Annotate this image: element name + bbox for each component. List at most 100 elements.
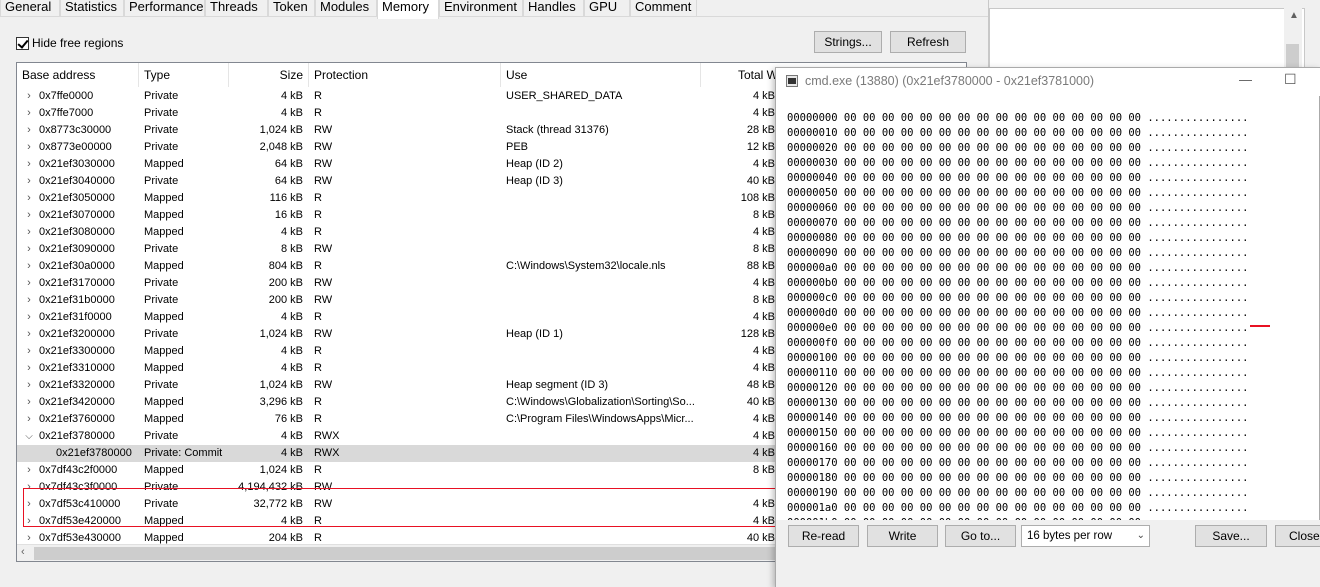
tab-threads[interactable]: Threads <box>205 0 268 17</box>
tab-performance[interactable]: Performance <box>124 0 205 17</box>
bytes-per-row-value: 16 bytes per row <box>1027 530 1113 542</box>
type-cell: Mapped <box>144 192 184 204</box>
scrollbar-thumb[interactable] <box>34 547 794 560</box>
tab-statistics[interactable]: Statistics <box>60 0 124 17</box>
checkbox-checked-icon[interactable] <box>16 36 29 50</box>
chevron-right-icon[interactable]: › <box>23 343 35 360</box>
hex-line: 00000110 00 00 00 00 00 00 00 00 00 00 0… <box>787 367 1249 379</box>
chevron-right-icon[interactable]: › <box>23 411 35 428</box>
hide-free-regions-checkbox[interactable]: Hide free regions <box>16 35 123 51</box>
column-header-use[interactable]: Use <box>501 63 701 87</box>
size-cell: 1,024 kB <box>259 464 303 476</box>
hex-line: 00000030 00 00 00 00 00 00 00 00 00 00 0… <box>787 157 1249 169</box>
hex-line: 000000b0 00 00 00 00 00 00 00 00 00 00 0… <box>787 277 1249 289</box>
chevron-right-icon[interactable]: › <box>23 122 35 139</box>
column-header-base-address[interactable]: Base address <box>17 63 139 87</box>
chevron-right-icon[interactable]: › <box>23 326 35 343</box>
tab-gpu[interactable]: GPU <box>584 0 630 17</box>
maximize-icon[interactable]: ☐ <box>1284 71 1297 88</box>
type-cell: Mapped <box>144 209 184 221</box>
chevron-down-icon[interactable]: ⌵ <box>23 428 35 445</box>
strings-button[interactable]: Strings... <box>814 31 882 53</box>
chevron-right-icon[interactable]: › <box>23 462 35 479</box>
total-ws-cell: 48 kB <box>746 379 775 391</box>
chevron-right-icon[interactable]: › <box>23 88 35 105</box>
tab-comment[interactable]: Comment <box>630 0 697 17</box>
protection-cell: R <box>314 396 322 408</box>
scroll-up-icon[interactable]: ▲ <box>1289 10 1299 21</box>
total-ws-cell: 4 kB <box>752 158 775 170</box>
tab-modules[interactable]: Modules <box>315 0 377 17</box>
chevron-right-icon[interactable]: › <box>23 207 35 224</box>
total-ws-cell: 40 kB <box>746 396 775 408</box>
base-address-cell: 0x7ffe0000 <box>39 90 94 102</box>
tab-general[interactable]: General <box>0 0 60 17</box>
protection-cell: R <box>314 260 322 272</box>
close-button[interactable]: Close <box>1275 525 1320 547</box>
use-cell: C:\Program Files\WindowsApps\Micr... <box>506 413 694 425</box>
base-address-cell: 0x21ef3780000 <box>56 447 132 459</box>
chevron-right-icon[interactable]: › <box>23 258 35 275</box>
chevron-right-icon[interactable]: › <box>23 190 35 207</box>
total-ws-cell: 28 kB <box>746 124 775 136</box>
tab-handles[interactable]: Handles <box>523 0 584 17</box>
chevron-right-icon[interactable]: › <box>23 377 35 394</box>
reread-button[interactable]: Re-read <box>788 525 859 547</box>
type-cell: Mapped <box>144 362 184 374</box>
type-cell: Mapped <box>144 311 184 323</box>
tab-strip: General Statistics Performance Threads Token… <box>0 0 988 19</box>
size-cell: 64 kB <box>274 175 303 187</box>
protection-cell: RW <box>314 158 333 170</box>
chevron-right-icon[interactable]: › <box>23 275 35 292</box>
column-header-size[interactable]: Size <box>229 63 309 87</box>
chevron-right-icon[interactable]: › <box>23 105 35 122</box>
total-ws-cell: 4 kB <box>752 413 775 425</box>
column-header-protection[interactable]: Protection <box>309 63 501 87</box>
size-cell: 3,296 kB <box>259 396 303 408</box>
chevron-right-icon[interactable]: › <box>23 173 35 190</box>
total-ws-cell: 8 kB <box>752 243 775 255</box>
tab-environment[interactable]: Environment <box>439 0 523 17</box>
protection-cell: R <box>314 464 322 476</box>
use-cell <box>506 343 696 360</box>
protection-cell: RWX <box>314 430 340 442</box>
chevron-right-icon[interactable]: › <box>23 224 35 241</box>
bytes-per-row-select[interactable]: 16 bytes per row ⌄ <box>1021 525 1150 547</box>
total-ws-cell: 8 kB <box>752 464 775 476</box>
type-cell: Private <box>144 294 179 306</box>
protection-cell: RW <box>314 243 333 255</box>
chevron-right-icon[interactable]: › <box>23 360 35 377</box>
hex-editor-title-bar[interactable]: cmd.exe (13880) (0x21ef3780000 - 0x21ef3… <box>776 68 1320 96</box>
base-address-cell: 0x21ef3420000 <box>39 396 115 408</box>
protection-cell: RW <box>314 379 333 391</box>
hex-line: 00000000 00 00 00 00 00 00 00 00 00 00 0… <box>787 112 1249 124</box>
protection-cell: R <box>314 345 322 357</box>
column-header-type[interactable]: Type <box>139 63 229 87</box>
tab-memory[interactable]: Memory <box>377 0 439 19</box>
refresh-button[interactable]: Refresh <box>890 31 966 53</box>
chevron-right-icon[interactable]: › <box>23 241 35 258</box>
hex-line: 00000100 00 00 00 00 00 00 00 00 00 00 0… <box>787 352 1249 364</box>
chevron-right-icon[interactable]: › <box>23 394 35 411</box>
hex-line: 00000070 00 00 00 00 00 00 00 00 00 00 0… <box>787 217 1249 229</box>
tab-token[interactable]: Token <box>268 0 315 17</box>
size-cell: 1,024 kB <box>259 328 303 340</box>
total-ws-cell: 8 kB <box>752 209 775 221</box>
use-cell <box>506 207 696 224</box>
base-address-cell: 0x21ef3080000 <box>39 226 115 238</box>
scroll-left-icon[interactable]: ‹ <box>21 546 25 558</box>
goto-button[interactable]: Go to... <box>945 525 1016 547</box>
hex-dump-view[interactable]: 00000000 00 00 00 00 00 00 00 00 00 00 0… <box>776 98 1320 520</box>
minimize-icon[interactable]: — <box>1239 72 1252 87</box>
use-cell <box>506 241 696 258</box>
type-cell: Mapped <box>144 345 184 357</box>
chevron-right-icon[interactable]: › <box>23 292 35 309</box>
total-ws-cell: 4 kB <box>752 447 775 459</box>
chevron-right-icon[interactable]: › <box>23 156 35 173</box>
size-cell: 1,024 kB <box>259 124 303 136</box>
chevron-right-icon[interactable]: › <box>23 309 35 326</box>
chevron-right-icon[interactable]: › <box>23 139 35 156</box>
save-button[interactable]: Save... <box>1195 525 1267 547</box>
write-button[interactable]: Write <box>867 525 938 547</box>
base-address-cell: 0x7ffe7000 <box>39 107 94 119</box>
